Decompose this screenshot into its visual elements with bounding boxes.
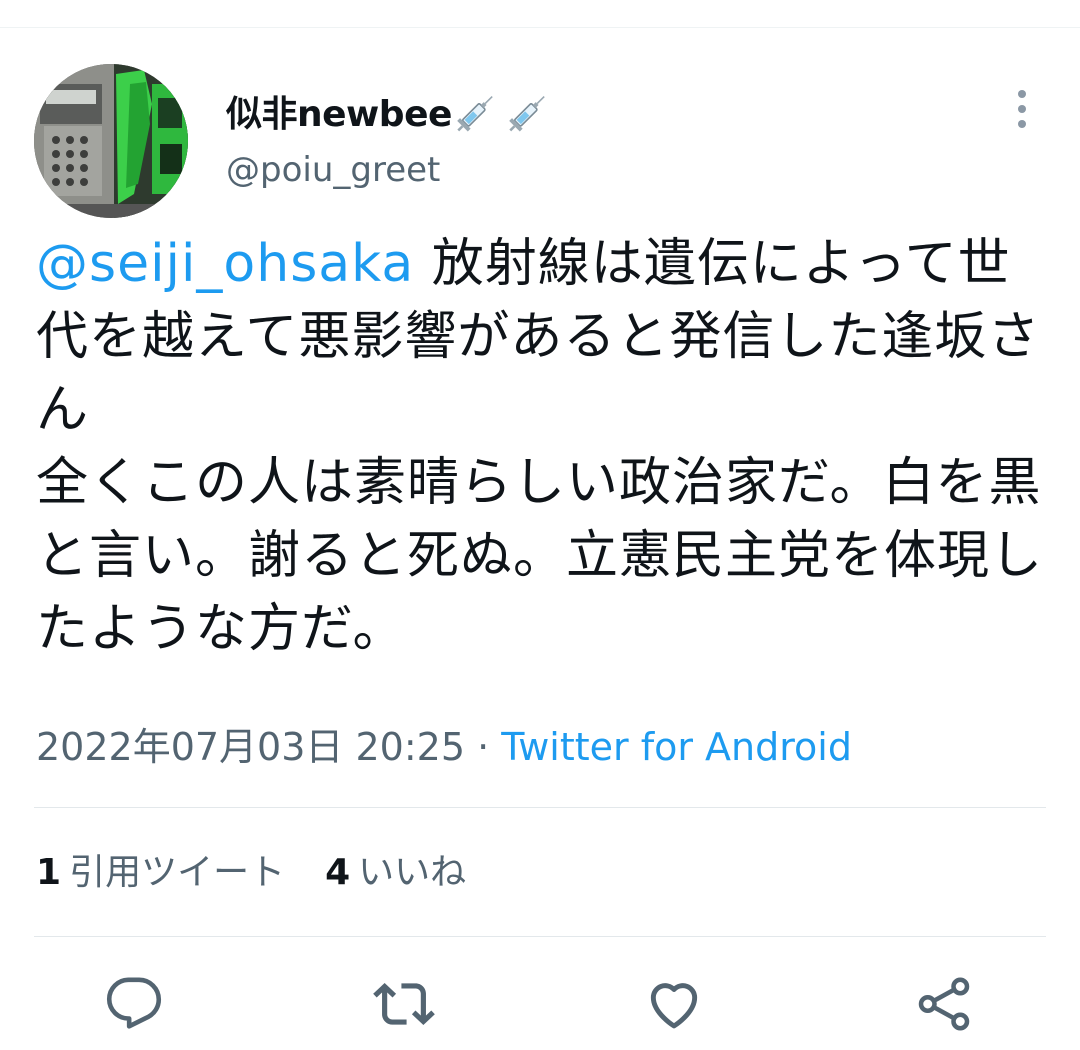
divider (34, 807, 1046, 808)
avatar-image (34, 64, 188, 218)
reply-button[interactable] (102, 972, 166, 1036)
avatar[interactable] (34, 64, 188, 218)
syringe-icon (509, 95, 545, 132)
retweet-button[interactable] (372, 972, 436, 1036)
likes-label: いいね (358, 852, 467, 893)
share-button[interactable] (912, 972, 976, 1036)
share-icon (918, 977, 970, 1031)
like-button[interactable] (642, 972, 706, 1036)
quote-count: 1 (36, 852, 62, 893)
meta-separator: · (465, 725, 502, 769)
tweet-stats: 1 引用ツイート 4 いいね (36, 848, 466, 898)
display-name[interactable]: 似非newbee (226, 84, 552, 138)
user-handle[interactable]: @poiu_greet (226, 150, 440, 190)
more-vertical-icon (1018, 90, 1026, 128)
reply-icon (106, 977, 162, 1029)
tweet-body: 放射線は遺伝によって世代を越えて悪影響があると発信した逢坂さん 全くこの人は素晴… (36, 234, 1044, 659)
action-bar (0, 972, 1080, 1042)
quote-tweets-stat[interactable]: 1 引用ツイート (36, 848, 285, 898)
retweet-icon (373, 983, 435, 1025)
divider (34, 936, 1046, 937)
quote-label: 引用ツイート (69, 852, 286, 893)
tweet-text: @seiji_ohsaka 放射線は遺伝によって世代を越えて悪影響があると発信し… (36, 228, 1056, 666)
likes-stat[interactable]: 4 いいね (325, 848, 466, 898)
top-divider (0, 27, 1080, 28)
like-icon (650, 983, 698, 1029)
tweet-source-link[interactable]: Twitter for Android (501, 725, 852, 769)
tweet-meta: 2022年07月03日 20:25 · Twitter for Android (36, 722, 852, 772)
like-count: 4 (325, 852, 351, 893)
mention-link[interactable]: @seiji_ohsaka (36, 234, 414, 294)
more-options-button[interactable] (1000, 86, 1044, 134)
display-name-text: 似非newbee (226, 94, 452, 135)
name-badges (454, 88, 552, 134)
syringe-icon (457, 95, 493, 132)
tweet-timestamp[interactable]: 2022年07月03日 20:25 (36, 725, 465, 769)
